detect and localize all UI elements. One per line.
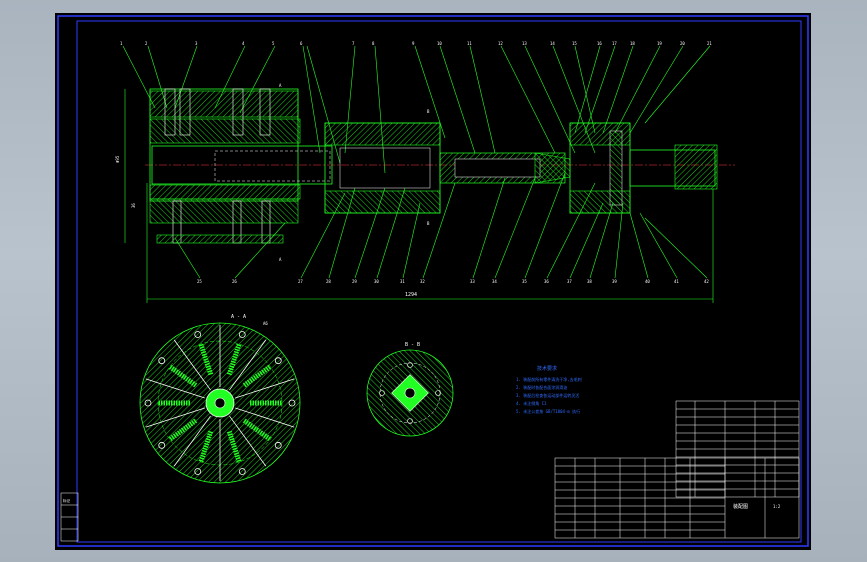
part-number: 39	[612, 279, 617, 284]
tech-req-title: 技术要求	[537, 365, 557, 372]
part-number: 34	[492, 279, 497, 284]
cylinder-top-hatch	[149, 90, 299, 118]
part-number: 1	[120, 41, 123, 46]
part-number: 13	[522, 41, 527, 46]
part-number: 9	[412, 41, 415, 46]
part-number: 3	[195, 41, 198, 46]
section-aa-tag: A6	[263, 321, 268, 326]
part-number: 15	[572, 41, 577, 46]
sleeve-top-hatch	[324, 122, 441, 146]
part-number: 2	[145, 41, 148, 46]
part-number: 30	[374, 279, 379, 284]
part-number: 11	[467, 41, 472, 46]
part-number: 25	[197, 279, 202, 284]
part-number: 33	[470, 279, 475, 284]
part-number: 4	[242, 41, 245, 46]
part-number: 37	[567, 279, 572, 284]
part-number: 16	[597, 41, 602, 46]
part-number: 17	[612, 41, 617, 46]
part-number: 42	[704, 279, 709, 284]
tech-req-line: 1. 装配前所有零件清洗干净,去毛刺	[516, 376, 582, 382]
section-mark: A	[279, 83, 282, 88]
tech-req-line: 3. 装配后检查各运动部件运转灵活	[516, 392, 579, 398]
part-number: 29	[352, 279, 357, 284]
title-block: 装配图 1:2	[554, 457, 800, 539]
part-numbers-bottom: 25 26 27 28 29 30 31 32 33 34 35 36 37 3…	[197, 279, 709, 284]
end-cap	[674, 144, 718, 190]
part-number: 35	[522, 279, 527, 284]
part-number: 20	[680, 41, 685, 46]
part-number: 28	[326, 279, 331, 284]
piston-flange-bot	[149, 184, 301, 200]
tech-req-line: 2. 装配时各配合面涂润滑油	[516, 384, 567, 390]
section-aa-view: A - A A6	[139, 314, 301, 484]
parts-list	[675, 400, 800, 498]
cylinder-bottom-hatch	[149, 198, 299, 224]
part-number: 18	[630, 41, 635, 46]
drawing-name: 装配图	[733, 503, 748, 510]
dim-height-text: 36	[131, 203, 136, 208]
part-number: 31	[400, 279, 405, 284]
dim-length-text: 1294	[405, 292, 417, 298]
part-number: 10	[437, 41, 442, 46]
part-number: 27	[298, 279, 303, 284]
coupling-disc	[609, 130, 623, 206]
tech-req-line: 4. 未注倒角 C1	[516, 400, 547, 406]
section-mark: B	[427, 221, 430, 226]
corner-stamp: 标记	[60, 492, 79, 542]
part-number: 6	[300, 41, 303, 46]
part-number: 12	[498, 41, 503, 46]
corner-stamp-label: 标记	[63, 498, 70, 503]
section-bb-view: B - B	[366, 342, 454, 437]
part-number: 5	[272, 41, 275, 46]
tech-req-line: 5. 未注公差按 GB/T1804-m 执行	[516, 408, 580, 414]
drawing-scale: 1:2	[773, 504, 781, 509]
section-mark: B	[427, 109, 430, 114]
main-assembly-view: 1 2 3 4 5 6 7 8 9 10 11 12 13 14 15 16 1…	[115, 41, 735, 303]
tech-requirements: 技术要求 1. 装配前所有零件清洗干净,去毛刺 2. 装配时各配合面涂润滑油 3…	[516, 365, 582, 414]
part-number: 8	[372, 41, 375, 46]
part-number: 40	[645, 279, 650, 284]
part-number: 36	[544, 279, 549, 284]
part-number: 26	[232, 279, 237, 284]
section-mark: A	[279, 257, 282, 262]
drawing-canvas: 1 2 3 4 5 6 7 8 9 10 11 12 13 14 15 16 1…	[57, 15, 809, 547]
sleeve-core	[339, 147, 431, 189]
cad-viewport[interactable]: 1 2 3 4 5 6 7 8 9 10 11 12 13 14 15 16 1…	[55, 13, 811, 550]
part-number: 19	[657, 41, 662, 46]
dim-dia-text: Φ95	[115, 155, 120, 163]
section-bb-title: B - B	[405, 342, 420, 348]
part-number: 38	[587, 279, 592, 284]
part-number: 32	[420, 279, 425, 284]
sleeve-bot-hatch	[324, 190, 441, 214]
part-numbers-top: 1 2 3 4 5 6 7 8 9 10 11 12 13 14 15 16 1…	[120, 41, 712, 46]
section-aa-title: A - A	[231, 314, 246, 320]
part-number: 41	[674, 279, 679, 284]
part-number: 21	[707, 41, 712, 46]
part-number: 7	[352, 41, 355, 46]
piston-flange-top	[149, 118, 301, 144]
shaft-core	[454, 158, 541, 178]
part-number: 14	[550, 41, 555, 46]
inner-bore	[214, 150, 331, 182]
